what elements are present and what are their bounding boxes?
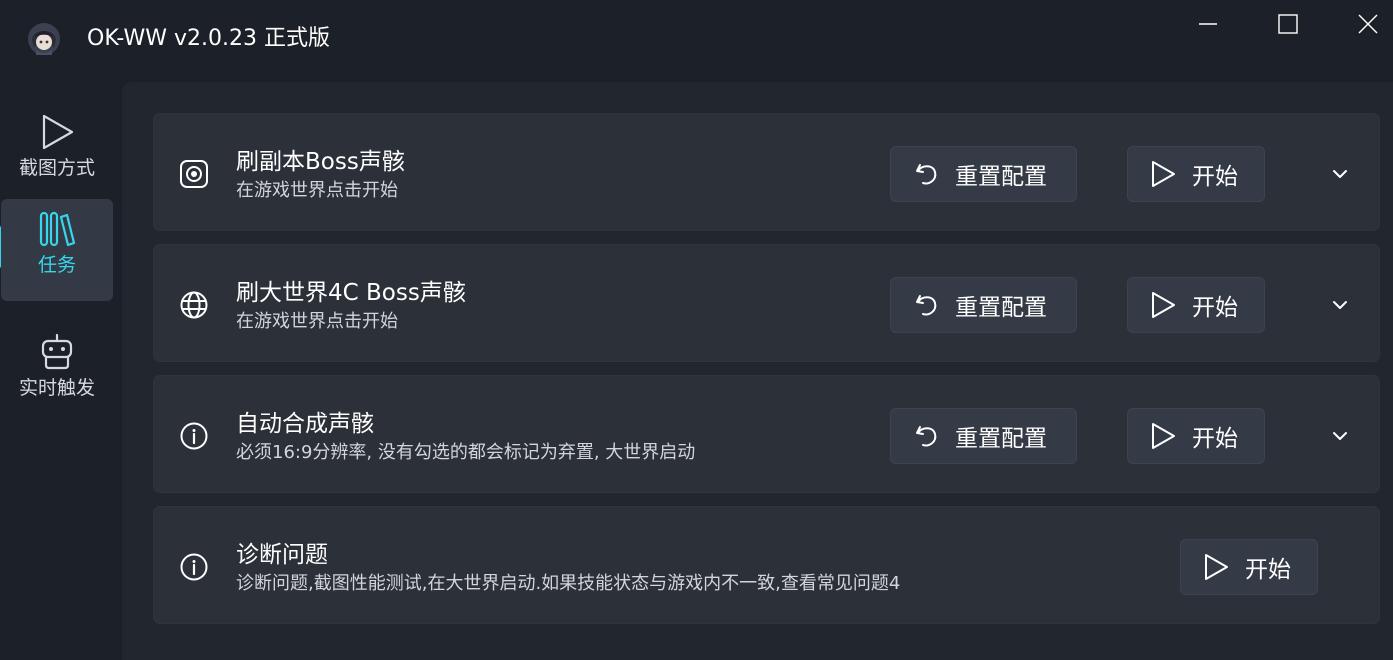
play-outline-icon [37, 112, 77, 152]
sidebar: 截图方式 任务 实时触发 [0, 82, 122, 660]
sidebar-item-label: 实时触发 [18, 377, 95, 399]
start-label: 开始 [1245, 557, 1291, 583]
undo-icon [911, 421, 941, 451]
chevron-down-icon[interactable] [1328, 162, 1352, 186]
title-bar: OK-WW v2.0.23 正式版 [0, 0, 1393, 82]
reset-config-button[interactable]: 重置配置 [890, 277, 1077, 333]
minimize-icon [1199, 23, 1217, 25]
start-label: 开始 [1192, 164, 1238, 190]
task-title: 刷大世界4C Boss声骸 [236, 280, 466, 306]
app-logo-icon [27, 22, 61, 56]
task-title: 自动合成声骸 [236, 411, 374, 437]
play-icon [1148, 290, 1178, 320]
robot-icon [37, 332, 77, 372]
reset-config-label: 重置配置 [955, 295, 1047, 321]
task-description: 必须16:9分辨率, 没有勾选的都会标记为弃置, 大世界启动 [236, 442, 696, 463]
task-card: 刷大世界4C Boss声骸 在游戏世界点击开始 重置配置 开始 [153, 244, 1380, 362]
undo-icon [911, 159, 941, 189]
start-label: 开始 [1192, 426, 1238, 452]
window-title: OK-WW v2.0.23 正式版 [87, 26, 330, 51]
task-description: 在游戏世界点击开始 [236, 180, 398, 201]
chevron-down-icon[interactable] [1328, 293, 1352, 317]
task-description: 在游戏世界点击开始 [236, 311, 398, 332]
info-icon [178, 420, 210, 452]
maximize-icon [1278, 14, 1298, 34]
reset-config-button[interactable]: 重置配置 [890, 146, 1077, 202]
sidebar-item-realtime-trigger[interactable]: 实时触发 [1, 322, 113, 424]
target-icon [178, 158, 210, 190]
sidebar-item-capture-method[interactable]: 截图方式 [1, 102, 113, 204]
play-icon [1148, 421, 1178, 451]
start-label: 开始 [1192, 295, 1238, 321]
minimize-button[interactable] [1168, 0, 1248, 48]
info-icon [178, 551, 210, 583]
start-button[interactable]: 开始 [1180, 539, 1318, 595]
play-icon [1201, 552, 1231, 582]
reset-config-label: 重置配置 [955, 426, 1047, 452]
task-card: 刷副本Boss声骸 在游戏世界点击开始 重置配置 开始 [153, 113, 1380, 231]
start-button[interactable]: 开始 [1127, 146, 1265, 202]
sidebar-item-label: 截图方式 [18, 157, 95, 179]
close-icon [1358, 14, 1378, 34]
undo-icon [911, 290, 941, 320]
sidebar-item-tasks[interactable]: 任务 [1, 199, 113, 301]
play-icon [1148, 159, 1178, 189]
maximize-button[interactable] [1248, 0, 1328, 48]
task-card: 诊断问题 诊断问题,截图性能测试,在大世界启动.如果技能状态与游戏内不一致,查看… [153, 506, 1380, 624]
globe-icon [178, 289, 210, 321]
task-title: 刷副本Boss声骸 [236, 149, 405, 175]
task-card: 自动合成声骸 必须16:9分辨率, 没有勾选的都会标记为弃置, 大世界启动 重置… [153, 375, 1380, 493]
sidebar-item-label: 任务 [37, 254, 76, 276]
task-title: 诊断问题 [236, 542, 328, 568]
reset-config-label: 重置配置 [955, 164, 1047, 190]
reset-config-button[interactable]: 重置配置 [890, 408, 1077, 464]
task-list: 刷副本Boss声骸 在游戏世界点击开始 重置配置 开始 刷大世界4C Boss声… [122, 82, 1393, 660]
library-icon [37, 209, 77, 249]
chevron-down-icon[interactable] [1328, 424, 1352, 448]
task-description: 诊断问题,截图性能测试,在大世界启动.如果技能状态与游戏内不一致,查看常见问题4 [236, 573, 901, 594]
close-button[interactable] [1328, 0, 1393, 48]
start-button[interactable]: 开始 [1127, 277, 1265, 333]
start-button[interactable]: 开始 [1127, 408, 1265, 464]
